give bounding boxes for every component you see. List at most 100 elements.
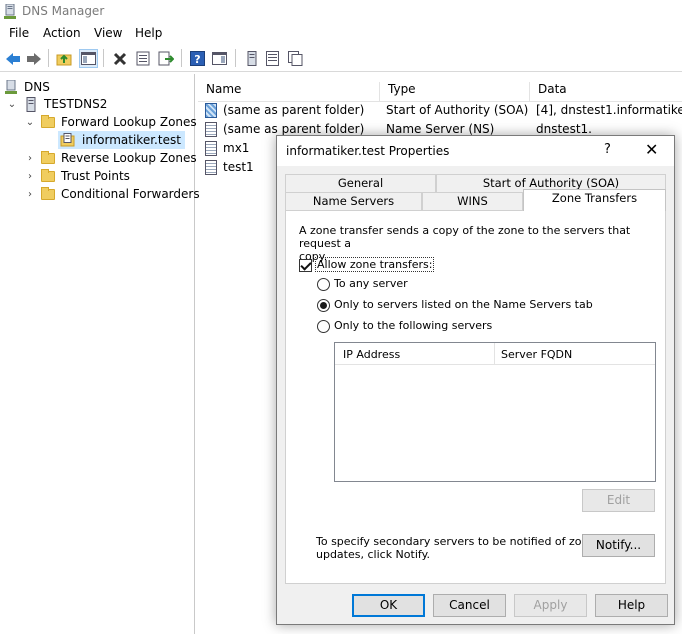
tree-item-server[interactable]: ⌄ TESTDNS2 <box>6 95 107 113</box>
tree-item-informatiker-test[interactable]: informatiker.test <box>58 131 185 149</box>
host-record-icon <box>205 160 217 175</box>
dialog-title-bar: informatiker.test Properties ? ✕ <box>277 136 674 166</box>
radio-following-servers[interactable] <box>317 320 330 333</box>
svg-text:?: ? <box>194 53 200 66</box>
forward-icon[interactable] <box>24 49 43 68</box>
folder-icon <box>41 150 55 164</box>
tree-label: Forward Lookup Zones <box>61 115 197 129</box>
tree-label: Trust Points <box>61 169 130 183</box>
description-line: A zone transfer sends a copy of the zone… <box>299 224 631 250</box>
properties-dialog: informatiker.test Properties ? ✕ General… <box>276 135 675 625</box>
window-title: DNS Manager <box>22 4 105 18</box>
close-icon[interactable]: ✕ <box>645 140 658 159</box>
console-tree: DNS ⌄ TESTDNS2 ⌄ Forward Lookup Zones in… <box>0 74 200 634</box>
help-icon[interactable]: ? <box>604 142 611 157</box>
folder-icon <box>41 186 55 200</box>
toolbar: ? <box>0 44 682 72</box>
menu-view[interactable]: View <box>94 26 122 40</box>
toolbar-separator <box>48 49 49 67</box>
tree-item-trust-points[interactable]: › Trust Points <box>24 167 130 185</box>
tree-item-reverse-lookup-zones[interactable]: › Reverse Lookup Zones <box>24 149 197 167</box>
tab-zone-transfers[interactable]: Zone Transfers <box>523 189 666 211</box>
record-name: (same as parent folder) <box>223 103 365 117</box>
folder-icon <box>41 168 55 182</box>
dialog-title: informatiker.test Properties <box>286 144 450 158</box>
radio-label[interactable]: Only to servers listed on the Name Serve… <box>334 298 593 311</box>
back-icon[interactable] <box>3 49 22 68</box>
notify-description: To specify secondary servers to be notif… <box>316 535 595 561</box>
column-header-ip-address[interactable]: IP Address <box>343 348 400 361</box>
record-name: test1 <box>223 160 254 174</box>
list-header: Name Type Data <box>198 80 682 102</box>
radio-label[interactable]: Only to the following servers <box>334 319 492 332</box>
chevron-right-icon[interactable]: › <box>24 153 36 164</box>
tree-label: DNS <box>24 80 50 94</box>
cancel-button[interactable]: Cancel <box>433 594 506 617</box>
radio-to-any-server[interactable] <box>317 278 330 291</box>
tree-item-forward-lookup-zones[interactable]: ⌄ Forward Lookup Zones <box>24 113 197 131</box>
dns-icon <box>4 79 18 95</box>
toolbar-separator <box>181 49 182 67</box>
chevron-down-icon[interactable]: ⌄ <box>24 117 36 128</box>
menu-action[interactable]: Action <box>43 26 81 40</box>
column-header-server-fqdn[interactable]: Server FQDN <box>501 348 572 361</box>
list-item[interactable]: (same as parent folder) Start of Authori… <box>198 102 682 120</box>
tree-label: informatiker.test <box>82 133 181 147</box>
copy-icon[interactable] <box>286 49 305 68</box>
notify-line: To specify secondary servers to be notif… <box>316 535 596 548</box>
record-type: Name Server (NS) <box>386 122 495 136</box>
ns-record-icon <box>205 122 217 137</box>
dns-manager-icon <box>3 3 17 20</box>
record-data: dnstest1. <box>536 122 592 136</box>
zone-icon <box>60 133 76 147</box>
show-hide-tree-icon[interactable] <box>79 49 98 68</box>
chevron-right-icon[interactable]: › <box>24 171 36 182</box>
radio-name-servers-tab[interactable] <box>317 299 330 312</box>
mx-record-icon <box>205 141 217 156</box>
zone-transfers-panel: A zone transfer sends a copy of the zone… <box>285 210 666 584</box>
tree-label: Reverse Lookup Zones <box>61 151 197 165</box>
menu-help[interactable]: Help <box>135 26 162 40</box>
record-type: Start of Authority (SOA) <box>386 103 529 117</box>
title-bar: DNS Manager <box>0 0 682 24</box>
tab-name-servers[interactable]: Name Servers <box>285 192 422 211</box>
up-folder-icon[interactable] <box>55 49 74 68</box>
record-name: (same as parent folder) <box>223 122 365 136</box>
server-list[interactable]: IP Address Server FQDN <box>334 342 656 482</box>
column-header-name[interactable]: Name <box>198 82 380 102</box>
show-hide-action-icon[interactable] <box>210 49 229 68</box>
allow-zone-transfers-label[interactable]: Allow zone transfers: <box>314 257 435 272</box>
list-icon[interactable] <box>263 49 282 68</box>
notify-button[interactable]: Notify... <box>582 534 655 557</box>
tree-item-conditional-forwarders[interactable]: › Conditional Forwarders <box>24 185 200 203</box>
chevron-down-icon[interactable]: ⌄ <box>6 99 18 110</box>
menu-bar: File Action View Help <box>0 24 682 44</box>
properties-icon[interactable] <box>133 49 152 68</box>
tree-label: Conditional Forwarders <box>61 187 200 201</box>
record-data: [4], dnstest1.informatiker.l... <box>536 103 682 117</box>
column-header-type[interactable]: Type <box>380 82 530 102</box>
menu-file[interactable]: File <box>9 26 29 40</box>
tree-label: TESTDNS2 <box>44 97 108 111</box>
tab-general[interactable]: General <box>285 174 436 193</box>
toolbar-separator <box>235 49 236 67</box>
soa-record-icon <box>205 103 217 118</box>
tree-item-dns[interactable]: DNS <box>4 78 50 96</box>
chevron-right-icon[interactable]: › <box>24 189 36 200</box>
radio-label[interactable]: To any server <box>334 277 408 290</box>
help-icon[interactable]: ? <box>188 49 207 68</box>
tab-wins[interactable]: WINS <box>422 192 523 211</box>
column-header-data[interactable]: Data <box>530 82 682 102</box>
delete-icon[interactable] <box>110 49 129 68</box>
notify-line: updates, click Notify. <box>316 548 431 561</box>
column-divider <box>494 343 495 365</box>
edit-button[interactable]: Edit <box>582 489 655 512</box>
allow-zone-transfers-checkbox[interactable] <box>299 259 312 272</box>
export-icon[interactable] <box>156 49 175 68</box>
server-icon <box>26 96 36 112</box>
server-icon[interactable] <box>242 49 261 68</box>
record-name: mx1 <box>223 141 250 155</box>
ok-button[interactable]: OK <box>352 594 425 617</box>
apply-button[interactable]: Apply <box>514 594 587 617</box>
help-button[interactable]: Help <box>595 594 668 617</box>
